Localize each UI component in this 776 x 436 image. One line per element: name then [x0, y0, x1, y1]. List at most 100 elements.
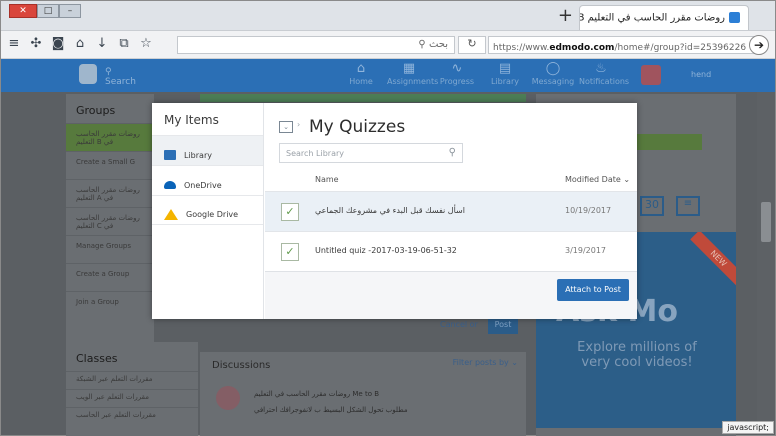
table-row[interactable]: ✓ اسأل نفسك قبل البدء في مشروعك الجماعي …: [265, 191, 637, 231]
nav-library[interactable]: ▤ Library: [483, 61, 527, 86]
nav-assignments-label: Assignments: [387, 77, 439, 86]
browser-search-input[interactable]: بحث ⚲: [177, 36, 455, 54]
title-bar: ✕ □ – + روضات مقرر الحاسب في التعليم B×: [1, 1, 775, 31]
app-navbar: ⚲ Search ⌂ Home ▦ Assignments ∿ Progress ▤ L…: [1, 59, 775, 92]
bookmark-star-icon[interactable]: ☆: [139, 36, 153, 51]
ad-subtitle: Explore millions of very cool videos!: [577, 340, 697, 370]
create-group-link[interactable]: Create a Group: [66, 263, 154, 291]
sidebar-item-onedrive[interactable]: OneDrive: [152, 165, 263, 195]
join-group-link[interactable]: Join a Group: [66, 291, 154, 319]
row-checkbox[interactable]: ✓: [281, 203, 299, 221]
class-item[interactable]: مقررات التعلم عبر الحاسب: [66, 407, 198, 425]
app-search-placeholder: Search: [105, 77, 136, 87]
cancel-link[interactable]: Cancel or: [440, 320, 478, 329]
extensions-icon[interactable]: ✣: [29, 36, 43, 51]
nav-notifications[interactable]: ♨ Notifications: [579, 61, 629, 86]
url-bar[interactable]: https://www.edmodo.com/home#/group?id=25…: [488, 36, 756, 54]
column-header-modified-date[interactable]: Modified Date ⌄: [565, 175, 630, 184]
page-title: My Quizzes: [309, 117, 406, 137]
nav-username[interactable]: hend: [691, 70, 711, 79]
post-text: مطلوب تحول الشكل البسيط ب لانفوجرافك احت…: [254, 406, 408, 414]
nav-messaging-label: Messaging: [531, 77, 575, 86]
filter-posts-label: Filter posts by: [452, 358, 509, 367]
page-scrollbar[interactable]: [757, 92, 775, 435]
nav-messaging[interactable]: ◯ Messaging: [531, 61, 575, 86]
row-checkbox[interactable]: ✓: [281, 243, 299, 261]
search-icon[interactable]: ⚲: [449, 147, 456, 158]
google-drive-icon: [164, 209, 178, 220]
sidebar-item-label: OneDrive: [184, 180, 222, 190]
library-search-placeholder: Search Library: [286, 149, 344, 158]
quizzes-content: ⌄ › My Quizzes Search Library ⚲ Name Mod…: [265, 103, 637, 319]
class-item[interactable]: مقررات التعلم عبر الويب: [66, 389, 198, 407]
browser-tab[interactable]: روضات مقرر الحاسب في التعليم B×: [579, 5, 749, 30]
calendar-icon[interactable]: 30: [640, 196, 664, 216]
quiz-icon[interactable]: ≡: [676, 196, 700, 216]
new-ribbon: NEW: [690, 232, 736, 287]
app-nav-items: ⌂ Home ▦ Assignments ∿ Progress ▤ Library ◯ M…: [339, 61, 629, 86]
library-search-input[interactable]: Search Library ⚲: [279, 143, 463, 163]
folder-back-icon[interactable]: ⌄: [279, 121, 293, 133]
sidebar-item-label: Google Drive: [186, 210, 239, 219]
browser-toolbar: ≡ ✣ ◙ ⌂ ↓ ⧉ ☆ بحث ⚲ ↻ https://www.edmodo…: [1, 31, 775, 59]
tab-title: روضات مقرر الحاسب في التعليم B: [580, 12, 725, 24]
progress-icon: ∿: [451, 61, 463, 76]
status-bar: javascript;: [722, 421, 774, 434]
column-header-name[interactable]: Name: [315, 175, 339, 184]
library-book-icon: [164, 150, 176, 160]
my-items-title: My Items: [164, 113, 219, 127]
manage-groups-link[interactable]: Manage Groups: [66, 235, 154, 263]
attach-to-post-button[interactable]: Attach to Post: [557, 279, 629, 301]
composer-header-bar: [200, 94, 526, 102]
nav-home[interactable]: ⌂ Home: [339, 61, 383, 86]
classes-title: Classes: [76, 352, 118, 365]
user-avatar[interactable]: [641, 65, 661, 85]
create-small-group-link[interactable]: Create a Small G: [66, 151, 154, 179]
nav-progress-label: Progress: [439, 77, 475, 86]
post-avatar: [216, 386, 240, 410]
group-item[interactable]: روضات مقرر الحاسب في C التعليم: [66, 207, 154, 235]
home-icon[interactable]: ⌂: [73, 36, 87, 51]
quizzes-header: ⌄ › My Quizzes Search Library ⚲ Name Mod…: [265, 103, 637, 191]
library-picker-modal: My Items Library OneDrive Google Drive ⌄…: [152, 103, 637, 319]
sidebar-item-label: Library: [184, 150, 212, 160]
window-controls: ✕ □ –: [9, 4, 81, 18]
menu-icon[interactable]: ≡: [7, 36, 21, 51]
messaging-icon: ◯: [545, 61, 561, 76]
reload-button[interactable]: ↻: [458, 36, 486, 54]
nav-home-label: Home: [349, 77, 373, 86]
url-domain: edmodo.com: [549, 43, 615, 53]
class-item[interactable]: مقررات التعلم عبر الشبكة: [66, 371, 198, 389]
download-icon[interactable]: ↓: [95, 36, 109, 51]
library-icon: ▤: [498, 61, 512, 76]
table-row[interactable]: ✓ Untitled quiz -2017-03-19-06-51-32 3/1…: [265, 231, 637, 271]
close-window-button[interactable]: ✕: [9, 4, 37, 18]
group-item[interactable]: روضات مقرر الحاسب في B التعليم: [66, 123, 154, 151]
nav-library-label: Library: [491, 77, 519, 86]
filter-posts-dropdown[interactable]: Filter posts by ⌄: [453, 358, 518, 367]
post-header[interactable]: Me to B روضات مقرر الحاسب في التعليم: [254, 390, 379, 398]
maximize-window-button[interactable]: □: [37, 4, 59, 18]
forward-button[interactable]: ➔: [749, 35, 769, 55]
library-icon[interactable]: ⧉: [117, 36, 131, 51]
quiz-name: اسأل نفسك قبل البدء في مشروعك الجماعي: [315, 206, 465, 215]
quiz-name: Untitled quiz -2017-03-19-06-51-32: [315, 246, 457, 255]
breadcrumb-separator: ›: [297, 120, 301, 129]
new-tab-button[interactable]: +: [558, 7, 573, 25]
group-item[interactable]: روضات مقرر الحاسب في A التعليم: [66, 179, 154, 207]
home-icon: ⌂: [356, 61, 366, 76]
url-path: /home#/group?id=25396226: [614, 43, 747, 53]
scrollbar-thumb[interactable]: [761, 202, 771, 242]
edmodo-logo-icon[interactable]: [79, 64, 97, 84]
modal-footer: Attach to Post: [265, 271, 637, 319]
minimize-window-button[interactable]: –: [59, 4, 81, 18]
sidebar-item-library[interactable]: Library: [152, 135, 263, 165]
app-search-input[interactable]: ⚲ Search: [105, 67, 141, 87]
sidebar-item-google-drive[interactable]: Google Drive: [152, 195, 263, 225]
nav-progress[interactable]: ∿ Progress: [435, 61, 479, 86]
url-prefix: https://www.: [493, 43, 550, 53]
pocket-icon[interactable]: ◙: [51, 36, 65, 51]
nav-assignments[interactable]: ▦ Assignments: [387, 61, 438, 86]
quiz-modified-date: 3/19/2017: [565, 246, 607, 255]
classes-panel: Classes مقررات التعلم عبر الشبكة مقررات …: [66, 342, 198, 436]
